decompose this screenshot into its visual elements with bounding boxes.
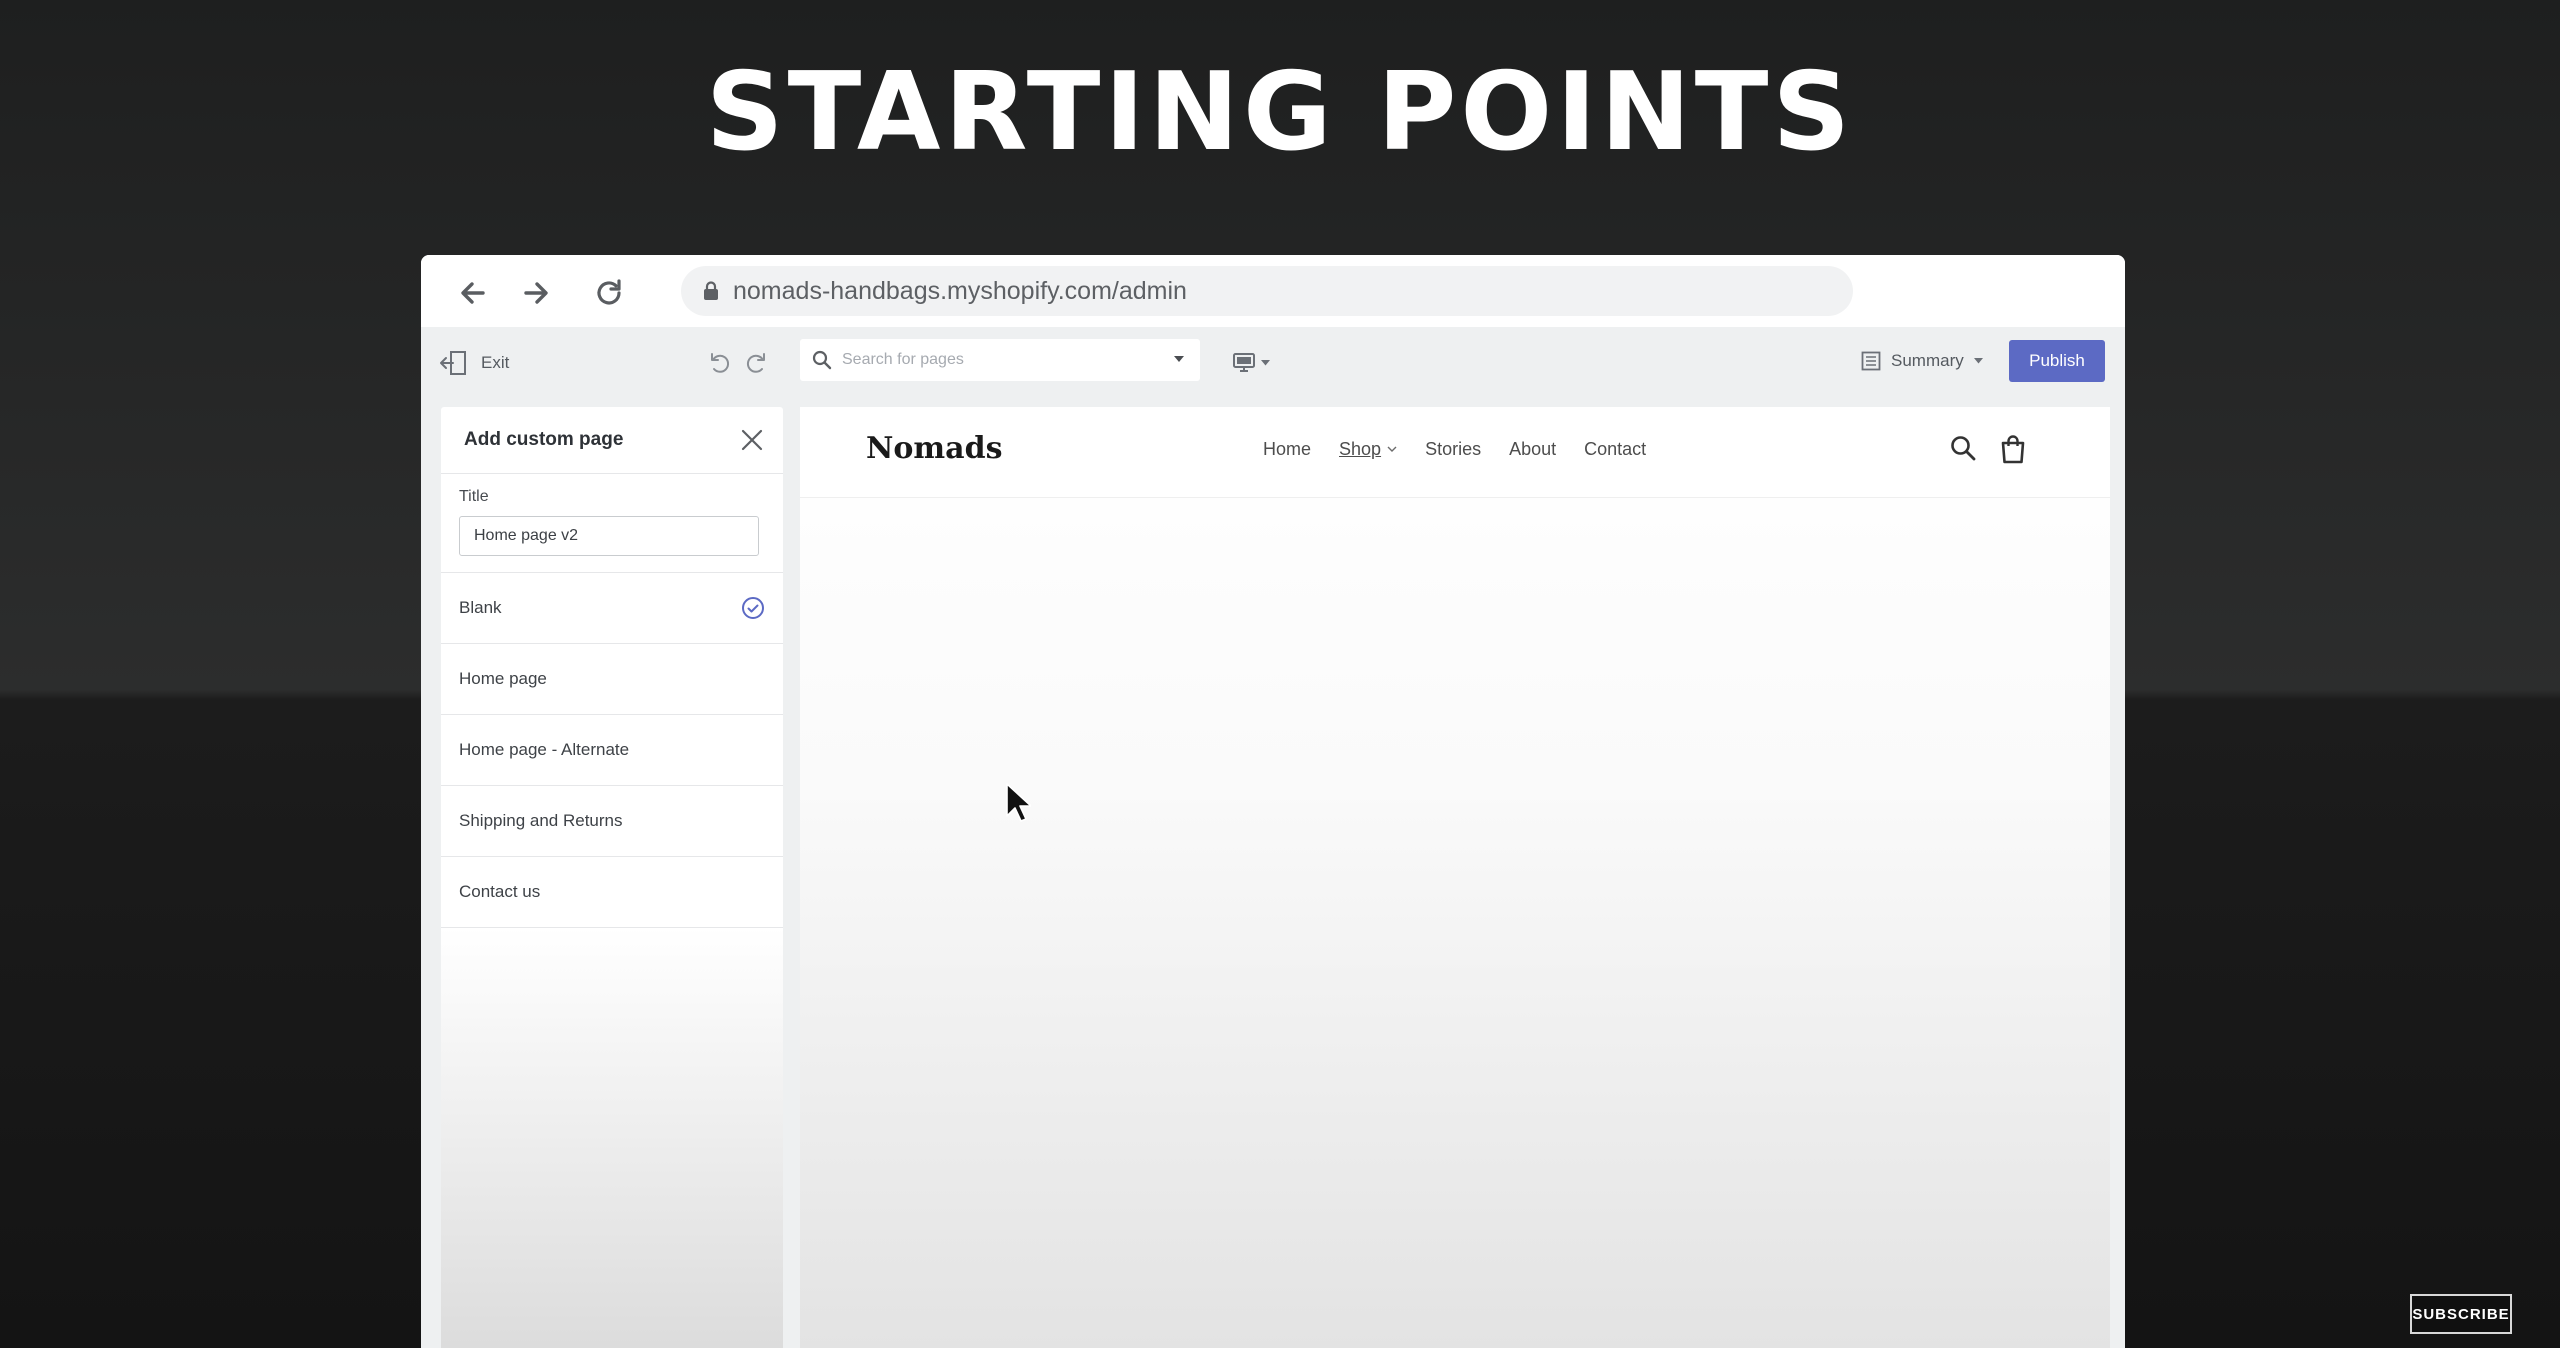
template-option-home-page[interactable]: Home page bbox=[441, 644, 783, 715]
template-option-blank[interactable]: Blank bbox=[441, 573, 783, 644]
reload-button[interactable] bbox=[589, 273, 629, 313]
template-option-contact-us[interactable]: Contact us bbox=[441, 857, 783, 928]
check-circle-icon bbox=[742, 597, 764, 619]
forward-button[interactable] bbox=[516, 273, 556, 313]
template-option-label: Shipping and Returns bbox=[459, 811, 623, 830]
address-bar[interactable]: nomads-handbags.myshopify.com/admin bbox=[681, 266, 1853, 316]
undo-button[interactable] bbox=[705, 349, 733, 377]
chevron-down-icon bbox=[1973, 358, 1983, 364]
chevron-down-icon bbox=[1174, 356, 1184, 362]
search-icon[interactable] bbox=[1949, 434, 1977, 462]
redo-icon bbox=[746, 353, 765, 373]
forward-arrow-icon bbox=[524, 282, 548, 304]
chevron-down-icon bbox=[1387, 446, 1397, 452]
template-option-home-page-alternate[interactable]: Home page - Alternate bbox=[441, 715, 783, 786]
exit-button[interactable]: Exit bbox=[439, 345, 509, 381]
browser-toolbar: nomads-handbags.myshopify.com/admin bbox=[421, 255, 2125, 327]
cart-bag-icon[interactable] bbox=[1999, 434, 2027, 464]
summary-icon bbox=[1861, 351, 1881, 371]
back-arrow-icon bbox=[461, 282, 485, 304]
summary-dropdown[interactable]: Summary bbox=[1861, 343, 1983, 379]
theme-editor-toolbar: Exit Summary Publish bbox=[421, 327, 2125, 399]
store-nav: Home Shop Stories About Contact bbox=[1263, 439, 1646, 460]
title-field-group: Title bbox=[441, 474, 783, 573]
page-search-box[interactable] bbox=[800, 339, 1200, 381]
close-icon bbox=[741, 429, 763, 451]
exit-icon bbox=[440, 351, 466, 375]
publish-button[interactable]: Publish bbox=[2009, 340, 2105, 382]
nav-link-shop-label: Shop bbox=[1339, 439, 1382, 459]
exit-label: Exit bbox=[481, 353, 510, 372]
template-option-shipping-and-returns[interactable]: Shipping and Returns bbox=[441, 786, 783, 857]
template-option-label: Blank bbox=[459, 598, 502, 617]
add-custom-page-panel: Add custom page Title Blank Home page Ho… bbox=[441, 407, 783, 1348]
nav-link-home[interactable]: Home bbox=[1263, 439, 1311, 460]
search-icon bbox=[812, 350, 832, 370]
undo-icon bbox=[711, 353, 730, 373]
lock-icon bbox=[704, 281, 718, 300]
reload-icon bbox=[597, 279, 621, 305]
close-panel-button[interactable] bbox=[739, 427, 765, 453]
url-text: nomads-handbags.myshopify.com/admin bbox=[733, 276, 1187, 305]
nav-link-about[interactable]: About bbox=[1509, 439, 1556, 460]
cursor-icon bbox=[1006, 783, 1031, 822]
template-option-label: Home page bbox=[459, 669, 547, 688]
store-preview: Nomads Home Shop Stories About Contact bbox=[800, 407, 2110, 1348]
subscribe-button[interactable]: SUBSCRIBE bbox=[2410, 1294, 2512, 1334]
store-icons bbox=[1949, 434, 2027, 464]
summary-label: Summary bbox=[1891, 351, 1964, 370]
device-preview-toggle[interactable] bbox=[1233, 349, 1270, 377]
title-field-label: Title bbox=[459, 488, 489, 505]
store-logo[interactable]: Nomads bbox=[866, 431, 1002, 466]
desktop-icon bbox=[1233, 353, 1255, 372]
browser-window: nomads-handbags.myshopify.com/admin Exit… bbox=[421, 255, 2125, 1348]
store-header: Nomads Home Shop Stories About Contact bbox=[800, 407, 2110, 498]
redo-button[interactable] bbox=[743, 349, 771, 377]
title-field[interactable] bbox=[459, 516, 759, 556]
nav-link-contact[interactable]: Contact bbox=[1584, 439, 1646, 460]
page-search-input[interactable] bbox=[840, 350, 1164, 370]
back-button[interactable] bbox=[453, 273, 493, 313]
nav-link-shop[interactable]: Shop bbox=[1339, 439, 1397, 460]
template-option-label: Home page - Alternate bbox=[459, 740, 630, 759]
video-headline: STARTING POINTS bbox=[705, 50, 1855, 175]
template-option-label: Contact us bbox=[459, 882, 541, 901]
panel-header: Add custom page bbox=[441, 407, 783, 474]
panel-title: Add custom page bbox=[464, 429, 624, 450]
chevron-down-icon bbox=[1261, 360, 1270, 366]
nav-link-stories[interactable]: Stories bbox=[1425, 439, 1481, 460]
